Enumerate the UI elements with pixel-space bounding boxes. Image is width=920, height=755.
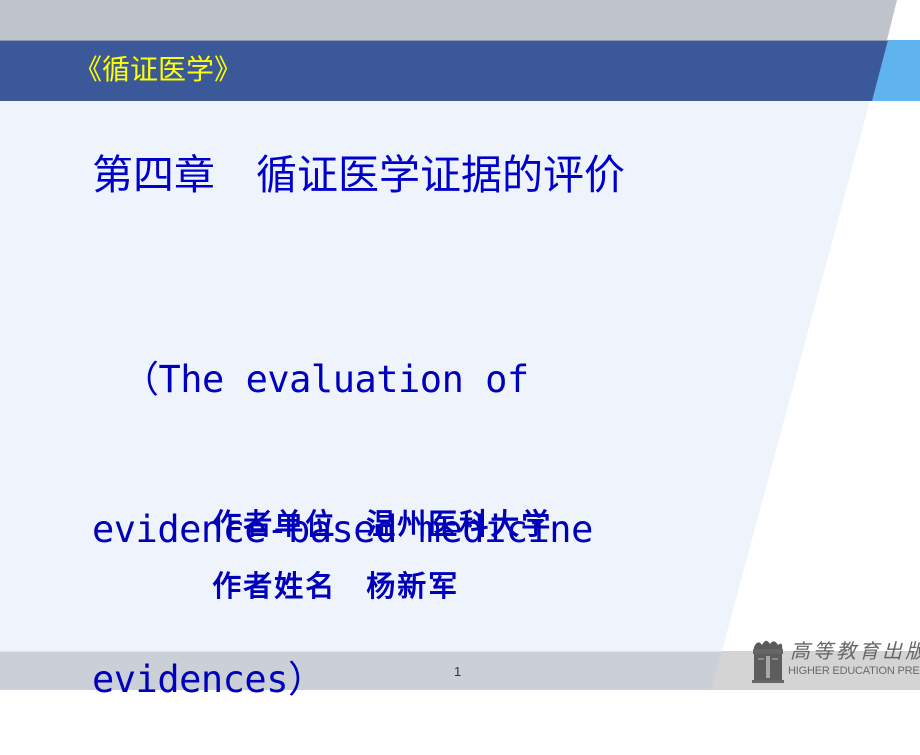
top-gray-band [0,0,897,40]
subtitle-line: （The evaluation of [122,358,529,401]
author-name-label: 作者姓名 [212,569,337,603]
subtitle-line: evidences） [92,658,325,701]
chapter-title: 第四章 循证医学证据的评价 [92,151,625,199]
page-number: 1 [454,664,462,679]
author-name-value: 杨新军 [366,569,460,603]
slide-header-title: 《循证医学》 [74,53,243,86]
publisher-name-en: HIGHER EDUCATION PRESS [788,665,920,677]
publisher-logo: 高等教育出版社 HIGHER EDUCATION PRESS [748,633,920,687]
author-name-row: 作者姓名 杨新军 [188,532,459,604]
publisher-name-cn: 高等教育出版社 [790,639,920,663]
publisher-logo-icon [752,640,784,683]
